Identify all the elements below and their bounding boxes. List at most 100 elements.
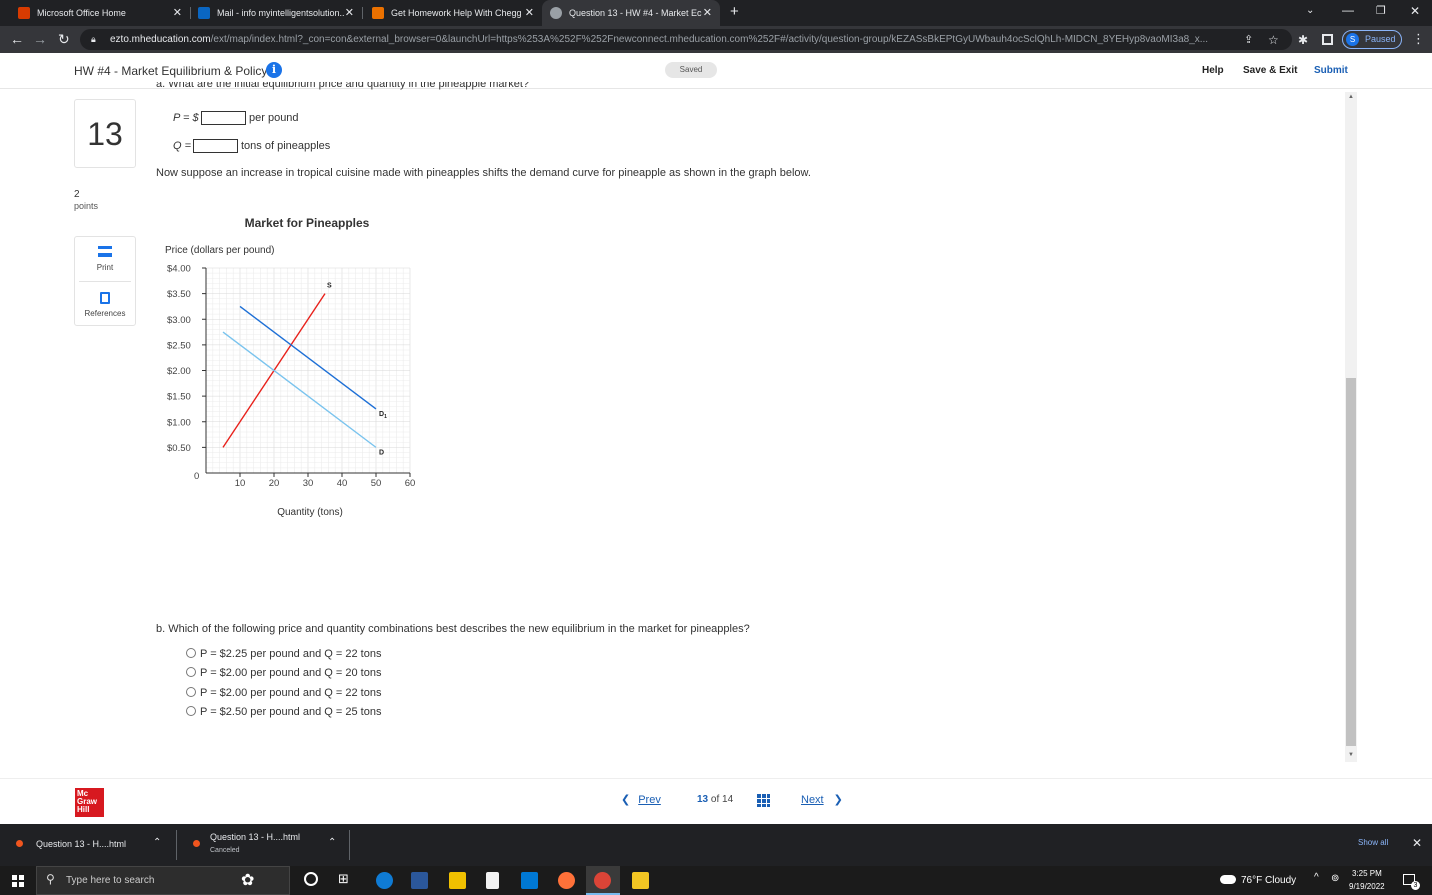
content-scrollbar[interactable]: ▲ ▼ <box>1345 92 1357 762</box>
edge-icon[interactable] <box>376 872 393 889</box>
page-title: HW #4 - Market Equilibrium & Policy <box>74 64 268 78</box>
cloud-icon <box>1220 875 1236 884</box>
downloads-bar: Question 13 - H....html ⌃ Question 13 - … <box>0 824 1432 866</box>
chevron-left-icon: ❮ <box>621 794 631 806</box>
minimize-icon[interactable]: — <box>1342 3 1354 17</box>
store-icon[interactable] <box>449 872 466 889</box>
flower-icon: ✿ <box>241 872 255 889</box>
save-exit-link[interactable]: Save & Exit <box>1243 65 1297 76</box>
download-item[interactable]: Question 13 - H....html ⌃ <box>0 824 175 866</box>
option-radio[interactable] <box>186 648 196 658</box>
profile-status: Paused <box>1365 34 1396 44</box>
submit-link[interactable]: Submit <box>1314 65 1348 76</box>
next-button[interactable]: Next ❯ <box>801 793 843 807</box>
close-icon[interactable]: ✕ <box>1412 836 1422 850</box>
origin-label: 0 <box>194 471 199 482</box>
tab-title: Get Homework Help With Chegg <box>391 8 522 18</box>
sidepanel-icon[interactable] <box>1322 34 1333 45</box>
series-label: D <box>379 449 384 456</box>
outlook-icon <box>198 7 210 19</box>
chevron-up-icon[interactable]: ⌃ <box>328 837 336 848</box>
scroll-up-icon[interactable]: ▲ <box>1348 94 1354 100</box>
close-icon[interactable]: ✕ <box>525 6 534 19</box>
clock-date[interactable]: 9/19/2022 <box>1349 882 1385 891</box>
page-indicator: 13 of 14 <box>697 794 734 805</box>
tray-chevron-icon[interactable]: ^ <box>1314 872 1319 883</box>
print-label: Print <box>96 263 114 272</box>
quantity-input[interactable] <box>193 139 238 153</box>
download-name: Question 13 - H....html <box>210 832 301 842</box>
lock-icon: 🔒︎ <box>91 34 96 44</box>
profile-paused-button[interactable]: S Paused <box>1342 30 1402 49</box>
option-label[interactable]: P = $2.50 per pound and Q = 25 tons <box>200 706 381 718</box>
x-tick-label: 60 <box>405 478 416 489</box>
tab-chegg[interactable]: Get Homework Help With Chegg ✕ <box>364 0 542 26</box>
tab-title: Question 13 - HW #4 - Market Ec <box>569 8 702 18</box>
option-label[interactable]: P = $2.25 per pound and Q = 22 tons <box>200 648 381 660</box>
grid-menu-icon[interactable] <box>757 794 770 807</box>
close-icon[interactable]: ✕ <box>173 6 182 19</box>
close-icon[interactable]: ✕ <box>345 6 354 19</box>
word-icon[interactable] <box>411 872 428 889</box>
tab-office[interactable]: Microsoft Office Home ✕ <box>10 0 190 26</box>
option-label[interactable]: P = $2.00 per pound and Q = 20 tons <box>200 667 381 679</box>
scroll-thumb[interactable] <box>1346 378 1356 746</box>
task-view-icon[interactable]: ⊞ <box>338 871 349 887</box>
window-close-icon[interactable]: ✕ <box>1410 4 1420 18</box>
network-icon[interactable]: ⊚ <box>1331 873 1339 884</box>
notepad-icon[interactable] <box>486 872 499 889</box>
share-icon[interactable]: ⇪ <box>1244 31 1253 49</box>
mail-icon[interactable] <box>521 872 538 889</box>
weather-text[interactable]: 76°F Cloudy <box>1241 875 1296 886</box>
menu-icon[interactable]: ⋮ <box>1412 30 1425 48</box>
globe-icon <box>550 7 562 19</box>
x-tick-label: 10 <box>235 478 246 489</box>
firefox-icon[interactable] <box>558 872 575 889</box>
file-explorer-icon[interactable] <box>632 872 649 889</box>
back-icon[interactable]: ← <box>10 30 24 48</box>
download-name: Question 13 - H....html <box>36 839 127 849</box>
info-icon[interactable]: i <box>266 62 282 78</box>
tab-search-icon[interactable]: ⌄ <box>1306 5 1314 16</box>
search-icon: ⚲ <box>46 872 55 886</box>
search-placeholder: Type here to search <box>66 875 155 886</box>
chrome-taskbar-button[interactable] <box>586 866 620 895</box>
windows-start-icon[interactable] <box>12 875 24 887</box>
tab-question[interactable]: Question 13 - HW #4 - Market Ec ✕ <box>542 0 720 26</box>
chevron-up-icon[interactable]: ⌃ <box>153 837 161 848</box>
close-icon[interactable]: ✕ <box>703 6 712 19</box>
url-path: /ext/map/index.html?_con=con&external_br… <box>210 34 1209 45</box>
address-bar: ← → ↻ 🔒︎ ezto.mheducation.com/ext/map/in… <box>0 26 1432 53</box>
reload-icon[interactable]: ↻ <box>58 30 70 48</box>
help-link[interactable]: Help <box>1202 65 1224 76</box>
scroll-down-icon[interactable]: ▼ <box>1348 752 1354 758</box>
forward-icon[interactable]: → <box>33 30 47 48</box>
next-label: Next <box>801 793 824 806</box>
y-axis-label: Price (dollars per pound) <box>165 245 275 256</box>
taskbar-search-input[interactable]: ⚲ Type here to search ✿ <box>36 866 290 895</box>
extensions-icon[interactable]: ✱ <box>1298 31 1308 49</box>
print-button[interactable]: Print <box>75 237 135 281</box>
restore-icon[interactable]: ❐ <box>1376 4 1386 17</box>
show-all-button[interactable]: Show all <box>1358 838 1388 847</box>
print-icon <box>98 246 112 257</box>
url-input[interactable]: 🔒︎ ezto.mheducation.com/ext/map/index.ht… <box>80 29 1292 50</box>
price-input[interactable] <box>201 111 246 125</box>
y-tick-label: $2.00 <box>167 366 191 377</box>
clock-time[interactable]: 3:25 PM <box>1352 869 1382 878</box>
prev-button[interactable]: ❮ Prev <box>621 793 661 807</box>
option-radio[interactable] <box>186 667 196 677</box>
tab-mail[interactable]: Mail - info myintelligentsolution... ✕ <box>190 0 362 26</box>
file-icon <box>16 840 23 847</box>
question-number: 13 <box>74 99 136 168</box>
option-radio[interactable] <box>186 687 196 697</box>
y-tick-label: $0.50 <box>167 443 191 454</box>
browser-tab-bar: Microsoft Office Home ✕ Mail - info myin… <box>0 0 1432 26</box>
download-item[interactable]: Question 13 - H....html Canceled ⌃ <box>177 824 349 866</box>
new-tab-button[interactable]: + <box>730 3 739 20</box>
option-radio[interactable] <box>186 706 196 716</box>
references-button[interactable]: References <box>75 283 135 327</box>
star-icon[interactable]: ☆ <box>1268 31 1279 49</box>
cortana-icon[interactable] <box>304 872 318 886</box>
option-label[interactable]: P = $2.00 per pound and Q = 22 tons <box>200 687 381 699</box>
